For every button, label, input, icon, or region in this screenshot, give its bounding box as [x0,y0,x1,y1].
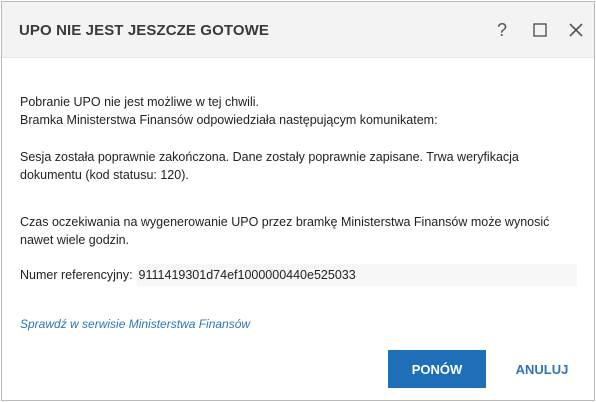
dialog-titlebar: UPO NIE JEST JESZCZE GOTOWE ? [2,2,594,58]
server-message: Sesja została poprawnie zakończona. Dane… [20,150,519,182]
reference-label: Numer referencyjny: [20,268,133,282]
retry-button[interactable]: PONÓW [388,350,486,388]
check-mf-link[interactable]: Sprawdź w serwisie Ministerstwa Finansów [20,317,250,331]
svg-text:?: ? [497,21,507,39]
maximize-icon[interactable] [526,16,554,44]
dialog-title: UPO NIE JEST JESZCZE GOTOWE [19,22,269,39]
reference-row: Numer referencyjny: [20,264,577,286]
wait-info: Czas oczekiwania na wygenerowanie UPO pr… [20,215,550,247]
status-message: Pobranie UPO nie jest możliwe w tej chwi… [20,93,580,129]
close-icon[interactable] [562,16,590,44]
cancel-button[interactable]: ANULUJ [502,350,582,388]
upo-dialog: UPO NIE JEST JESZCZE GOTOWE ? Pobranie U… [1,1,595,401]
reference-number-field[interactable] [136,264,577,286]
help-icon[interactable]: ? [489,16,517,44]
status-line-1: Pobranie UPO nie jest możliwe w tej chwi… [20,95,259,109]
status-line-2: Bramka Ministerstwa Finansów odpowiedzia… [20,113,438,127]
